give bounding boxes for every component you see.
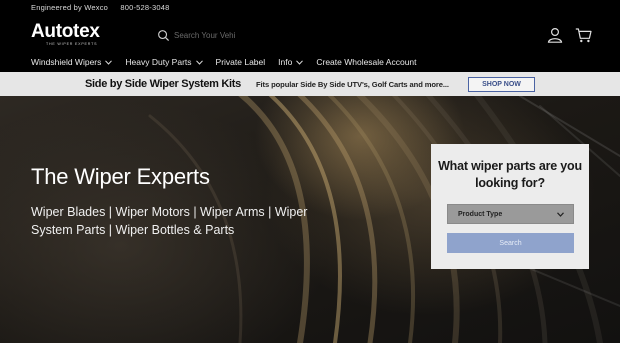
chevron-down-icon — [296, 59, 304, 65]
nav-item-label: Info — [278, 57, 293, 67]
cart-icon[interactable] — [575, 27, 592, 43]
hero-description: Wiper Blades | Wiper Motors | Wiper Arms… — [31, 205, 308, 237]
nav-heavy-duty-parts[interactable]: Heavy Duty Parts — [125, 57, 203, 67]
main-nav: Windshield Wipers Heavy Duty Parts Priva… — [31, 57, 430, 67]
shop-now-button[interactable]: SHOP NOW — [468, 77, 535, 92]
site-header: Engineered by Wexco 800-528-3048 Autotex… — [0, 0, 620, 72]
product-type-select[interactable]: Product Type — [447, 204, 574, 224]
promo-subtitle: Fits popular Side By Side UTV's, Golf Ca… — [256, 80, 449, 89]
search-button[interactable]: Search — [447, 233, 574, 253]
logo-tagline: THE WIPER EXPERTS — [46, 42, 98, 46]
nav-info[interactable]: Info — [278, 57, 304, 67]
search-icon[interactable] — [157, 29, 170, 42]
chevron-down-icon — [195, 59, 203, 65]
account-icon[interactable] — [547, 27, 563, 43]
engineered-by-link[interactable]: Engineered by Wexco — [31, 3, 108, 12]
phone-number[interactable]: 800-528-3048 — [120, 3, 169, 12]
search-input[interactable] — [174, 30, 374, 40]
parts-finder: What wiper parts are you looking for? Pr… — [431, 144, 589, 269]
nav-windshield-wipers[interactable]: Windshield Wipers — [31, 57, 113, 67]
top-bar: Engineered by Wexco 800-528-3048 — [31, 3, 179, 12]
nav-item-label: Windshield Wipers — [31, 57, 102, 67]
promo-banner: Side by Side Wiper System Kits Fits popu… — [0, 72, 620, 96]
logo[interactable]: Autotex THE WIPER EXPERTS — [31, 22, 100, 46]
nav-private-label[interactable]: Private Label — [216, 57, 266, 67]
nav-create-wholesale-account[interactable]: Create Wholesale Account — [316, 57, 416, 67]
nav-item-label: Create Wholesale Account — [316, 57, 417, 67]
nav-item-label: Heavy Duty Parts — [125, 57, 192, 67]
finder-title: What wiper parts are you looking for? — [438, 159, 582, 190]
search-bar[interactable] — [157, 27, 387, 43]
select-value: Product Type — [458, 210, 503, 218]
nav-item-label: Private Label — [215, 57, 266, 67]
logo-wordmark: Autotex — [31, 21, 100, 42]
chevron-down-icon — [105, 59, 113, 65]
chevron-down-icon — [557, 212, 564, 217]
hero-title: The Wiper Experts — [31, 164, 210, 189]
promo-title: Side by Side Wiper System Kits — [85, 78, 241, 90]
